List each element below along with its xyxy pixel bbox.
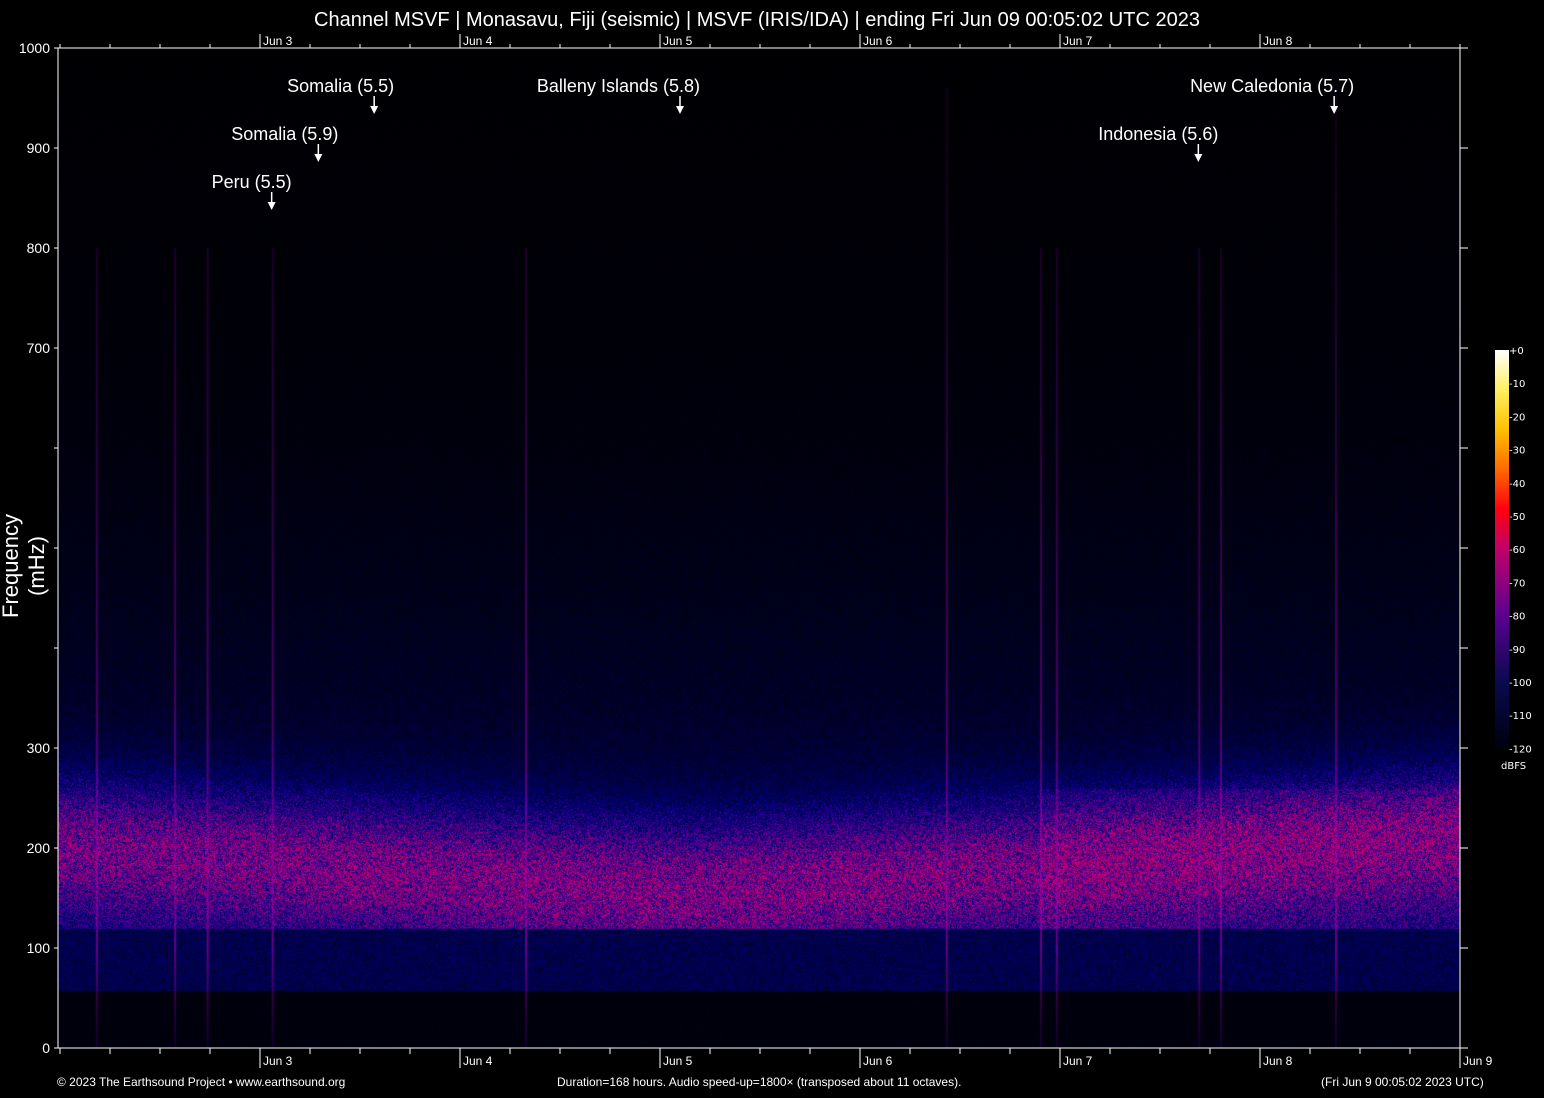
y-tick-label: 1000: [19, 40, 50, 56]
event-label: Indonesia (5.6): [1098, 124, 1218, 144]
x-tick-label-top: Jun 6: [863, 34, 893, 48]
x-tick-label: Jun 5: [663, 1054, 693, 1068]
y-tick-label: 700: [27, 340, 51, 356]
y-axis-label: Frequency (mHz): [0, 486, 50, 646]
event-label: Balleny Islands (5.8): [537, 76, 700, 96]
event-arrow-icon: [1194, 154, 1202, 162]
event-arrow-icon: [676, 106, 684, 114]
x-tick-label-top: Jun 4: [463, 34, 493, 48]
colorbar-tick-label: -40: [1509, 479, 1525, 490]
x-tick-label-top: Jun 3: [263, 34, 293, 48]
event-label: Somalia (5.9): [231, 124, 338, 144]
colorbar-tick-label: -90: [1509, 645, 1525, 656]
event-arrow-icon: [1330, 106, 1338, 114]
colorbar-unit: dBFS: [1501, 761, 1526, 772]
event-label: Peru (5.5): [212, 172, 292, 192]
colorbar-tick-label: -80: [1509, 612, 1525, 623]
duration-info: Duration=168 hours. Audio speed-up=1800×…: [557, 1075, 961, 1089]
colorbar-tick-label: -30: [1509, 446, 1525, 457]
plot-frame: [58, 48, 1460, 1048]
y-tick-label: 800: [27, 240, 51, 256]
chart-overlay: 0 100 200 300 700 800 900 1000 Jun 3 Jun 4 Jun 5 Ju…: [0, 0, 1544, 1098]
y-tick-label: 900: [27, 140, 51, 156]
event-label: New Caledonia (5.7): [1190, 76, 1354, 96]
x-tick-label-top: Jun 7: [1063, 34, 1093, 48]
y-tick-label: 100: [27, 940, 51, 956]
x-tick-label-top: Jun 8: [1263, 34, 1293, 48]
x-tick-label: Jun 4: [463, 1054, 493, 1068]
colorbar-tick-label: -110: [1509, 711, 1532, 722]
colorbar-tick-label: -100: [1509, 678, 1532, 689]
x-tick-label: Jun 6: [863, 1054, 893, 1068]
event-arrow-icon: [314, 154, 322, 162]
colorbar-tick-label: -60: [1509, 545, 1525, 556]
colorbar: [1495, 350, 1509, 748]
y-tick-label: 300: [27, 740, 51, 756]
colorbar-tick-label: -10: [1509, 379, 1525, 390]
y-tick-label: 200: [27, 840, 51, 856]
x-tick-label: Jun 9: [1463, 1054, 1493, 1068]
x-tick-label: Jun 7: [1063, 1054, 1093, 1068]
x-tick-label-top: Jun 5: [663, 34, 693, 48]
colorbar-tick-label: -20: [1509, 412, 1525, 423]
y-tick-label: 0: [42, 1040, 50, 1056]
event-label: Somalia (5.5): [287, 76, 394, 96]
x-tick-label: Jun 8: [1263, 1054, 1293, 1068]
event-arrow-icon: [370, 106, 378, 114]
colorbar-tick-label: -50: [1509, 512, 1525, 523]
copyright: © 2023 The Earthsound Project • www.eart…: [57, 1075, 345, 1089]
end-time: (Fri Jun 9 00:05:02 2023 UTC): [1321, 1075, 1484, 1089]
colorbar-tick-label: -70: [1509, 578, 1525, 589]
x-tick-label: Jun 3: [263, 1054, 293, 1068]
colorbar-tick-label: +0: [1509, 346, 1524, 357]
event-arrow-icon: [268, 202, 276, 210]
colorbar-tick-label: -120: [1509, 744, 1532, 755]
